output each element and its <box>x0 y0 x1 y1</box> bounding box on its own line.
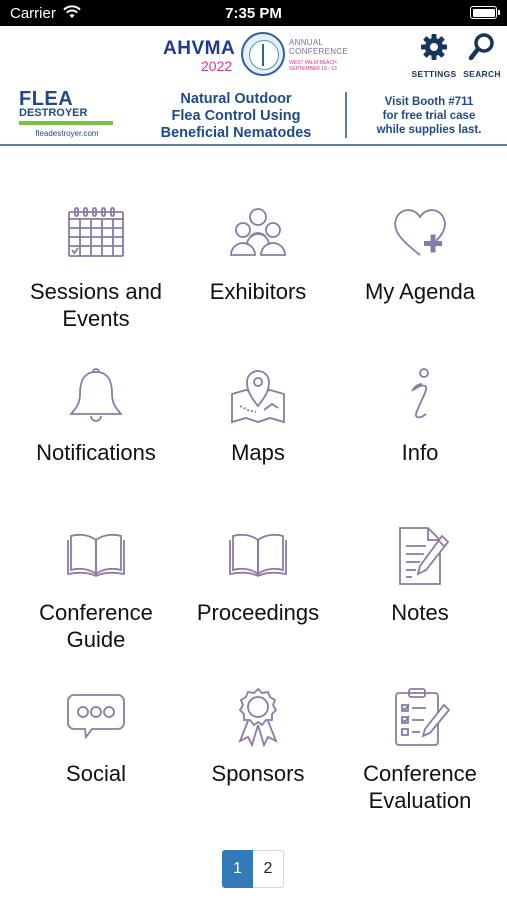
tile-label: Info <box>401 440 439 465</box>
calendar-icon <box>68 207 124 257</box>
gear-icon <box>421 34 447 60</box>
tile-label: Exhibitors <box>209 279 307 304</box>
brand-bar <box>19 121 113 125</box>
info-icon <box>411 368 429 419</box>
bell-icon <box>69 368 123 422</box>
app-header: AHVMA 2022 ANNUAL CONFERENCE WEST PALM BE… <box>0 26 507 82</box>
pagination: 1 2 <box>222 850 284 888</box>
brand-url: fleadestroyer.com <box>35 129 99 138</box>
caduceus-seal-icon <box>241 32 285 76</box>
logo-city: WEST PALM BEACH SEPTEMBER 10 - 13 <box>289 60 337 72</box>
people-group-icon <box>230 208 286 256</box>
banner-booth-text: Visit Booth #711 for free trial case whi… <box>376 96 482 136</box>
search-button[interactable]: SEARCH <box>461 32 503 79</box>
tile-label: Proceedings <box>196 600 320 625</box>
tile-label: Conference Evaluation <box>363 761 477 813</box>
settings-button[interactable]: SETTINGS <box>410 32 458 79</box>
tile-label: Conference Guide <box>39 600 153 652</box>
settings-label: SETTINGS <box>411 69 457 79</box>
search-icon <box>468 33 494 61</box>
tile-label: Notifications <box>36 440 156 465</box>
logo-year: 2022 <box>201 58 233 74</box>
map-pin-icon <box>231 370 285 424</box>
clipboard-checklist-icon <box>395 688 450 746</box>
sponsor-banner[interactable]: FLEA DESTROYER fleadestroyer.com Natural… <box>0 82 507 146</box>
logo-name: AHVMA <box>163 38 236 59</box>
tile-label: Sponsors <box>211 761 305 786</box>
tile-label: My Agenda <box>364 279 476 304</box>
search-label: SEARCH <box>463 69 501 79</box>
banner-tagline: Natural Outdoor Flea Control Using Benef… <box>160 91 312 141</box>
tile-label: Notes <box>391 600 449 625</box>
banner-divider <box>345 92 347 138</box>
chat-bubble-icon <box>67 694 125 740</box>
page-1-button[interactable]: 1 <box>222 850 253 888</box>
open-book-icon <box>229 533 287 578</box>
notepad-pen-icon <box>399 527 450 585</box>
tile-label: Maps <box>231 440 285 465</box>
clock: 7:35 PM <box>225 5 282 22</box>
brand-line1: FLEA <box>19 88 74 110</box>
page-2-button[interactable]: 2 <box>253 850 284 888</box>
heart-plus-icon <box>394 209 446 256</box>
status-bar: Carrier 7:35 PM <box>0 0 507 26</box>
battery-icon <box>470 6 500 19</box>
logo-annual: ANNUAL CONFERENCE <box>289 38 349 56</box>
ribbon-award-icon <box>238 687 278 747</box>
open-book-icon <box>67 533 125 578</box>
tile-label: Social <box>66 761 126 786</box>
ahvma-conference-logo: AHVMA 2022 ANNUAL CONFERENCE WEST PALM BE… <box>163 32 353 78</box>
tile-label: Sessions and Events <box>29 279 163 331</box>
flea-destroyer-logo: FLEA DESTROYER fleadestroyer.com <box>19 88 115 142</box>
brand-line2: DESTROYER <box>19 107 88 119</box>
